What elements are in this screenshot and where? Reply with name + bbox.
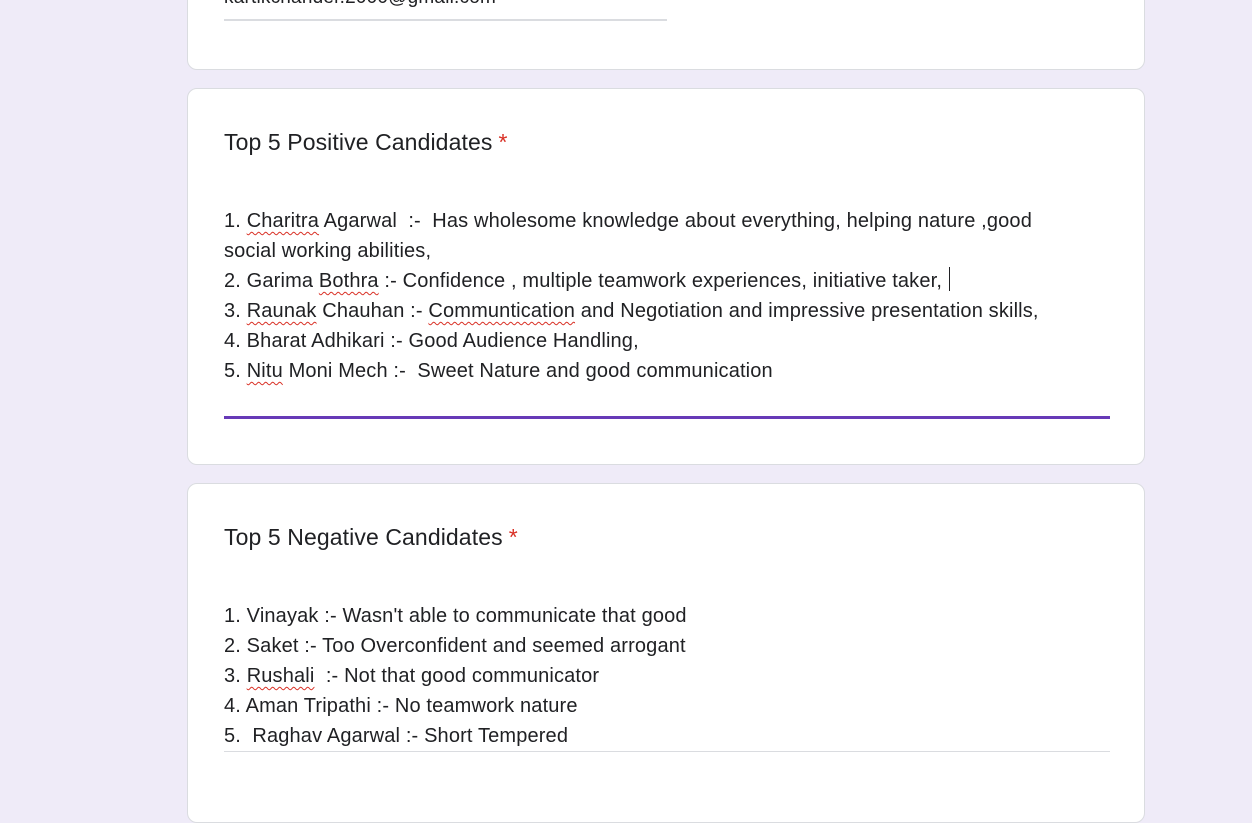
answer-text: 5. [224, 360, 247, 382]
answer-line: 2. Garima Bothra :- Confidence , multipl… [224, 266, 1104, 296]
answer-text: Agarwal :- Has wholesome knowledge about… [319, 210, 1032, 232]
answer-text: 2. Saket :- Too Overconfident and seemed… [224, 635, 686, 657]
answer-text: Moni Mech :- Sweet Nature and good commu… [282, 360, 773, 382]
misspelled-word: Rushali [246, 665, 315, 687]
answer-text: 1. Vinayak :- Wasn't able to communicate… [224, 605, 687, 627]
negative-candidates-answer-textarea[interactable]: 1. Vinayak :- Wasn't able to communicate… [224, 601, 1104, 751]
misspelled-word: Nitu [246, 360, 283, 382]
misspelled-word: Charitra [246, 210, 320, 232]
answer-line: 5. Nitu Moni Mech :- Sweet Nature and go… [224, 356, 1104, 386]
question-title: Top 5 Negative Candidates * [224, 524, 518, 551]
answer-text: 1. [224, 210, 247, 232]
answer-line: 5. Raghav Agarwal :- Short Tempered [224, 721, 1104, 751]
answer-text: 3. [224, 300, 247, 322]
positive-candidates-answer-textarea[interactable]: 1. Charitra Agarwal :- Has wholesome kno… [224, 206, 1104, 386]
answer-text: Chauhan :- [316, 300, 429, 322]
text-cursor [948, 267, 950, 291]
answer-line: 3. Rushali :- Not that good communicator [224, 661, 1104, 691]
answer-text: 3. [224, 665, 247, 687]
form-page: { "email_question": { "value": "kartikch… [0, 0, 1252, 823]
active-input-underline [224, 416, 1110, 419]
email-answer-input[interactable]: kartikchander.2000@gmail.com [224, 0, 496, 9]
answer-text: 5. Raghav Agarwal :- Short Tempered [224, 725, 569, 747]
question-title-text: Top 5 Negative Candidates [224, 524, 503, 550]
question-title-text: Top 5 Positive Candidates [224, 129, 493, 155]
answer-text: :- Confidence , multiple teamwork experi… [378, 270, 948, 292]
required-asterisk: * [508, 524, 518, 550]
answer-text: and Negotiation and impressive presentat… [575, 300, 1039, 322]
email-question-card: kartikchander.2000@gmail.com [187, 0, 1145, 70]
misspelled-word: Raunak [246, 300, 317, 322]
answer-line: 4. Aman Tripathi :- No teamwork nature [224, 691, 1104, 721]
misspelled-word: Bothra [318, 270, 379, 292]
answer-line: 2. Saket :- Too Overconfident and seemed… [224, 631, 1104, 661]
answer-line: 1. Charitra Agarwal :- Has wholesome kno… [224, 206, 1104, 236]
input-underline [224, 751, 1110, 752]
negative-candidates-question-card: Top 5 Negative Candidates * 1. Vinayak :-… [187, 483, 1145, 823]
answer-line: social working abilities, [224, 236, 1104, 266]
answer-text: social working abilities, [224, 240, 432, 262]
answer-line: 3. Raunak Chauhan :- Communtication and … [224, 296, 1104, 326]
answer-text: 4. Aman Tripathi :- No teamwork nature [224, 695, 578, 717]
required-asterisk: * [498, 129, 508, 155]
misspelled-word: Communtication [428, 300, 576, 322]
answer-text: 2. Garima [224, 270, 319, 292]
positive-candidates-question-card: Top 5 Positive Candidates * 1. Charitra A… [187, 88, 1145, 465]
email-input-underline [224, 19, 667, 21]
answer-line: 1. Vinayak :- Wasn't able to communicate… [224, 601, 1104, 631]
answer-line: 4. Bharat Adhikari :- Good Audience Hand… [224, 326, 1104, 356]
question-title: Top 5 Positive Candidates * [224, 129, 508, 156]
answer-text: :- Not that good communicator [314, 665, 600, 687]
answer-text: 4. Bharat Adhikari :- Good Audience Hand… [224, 330, 639, 352]
